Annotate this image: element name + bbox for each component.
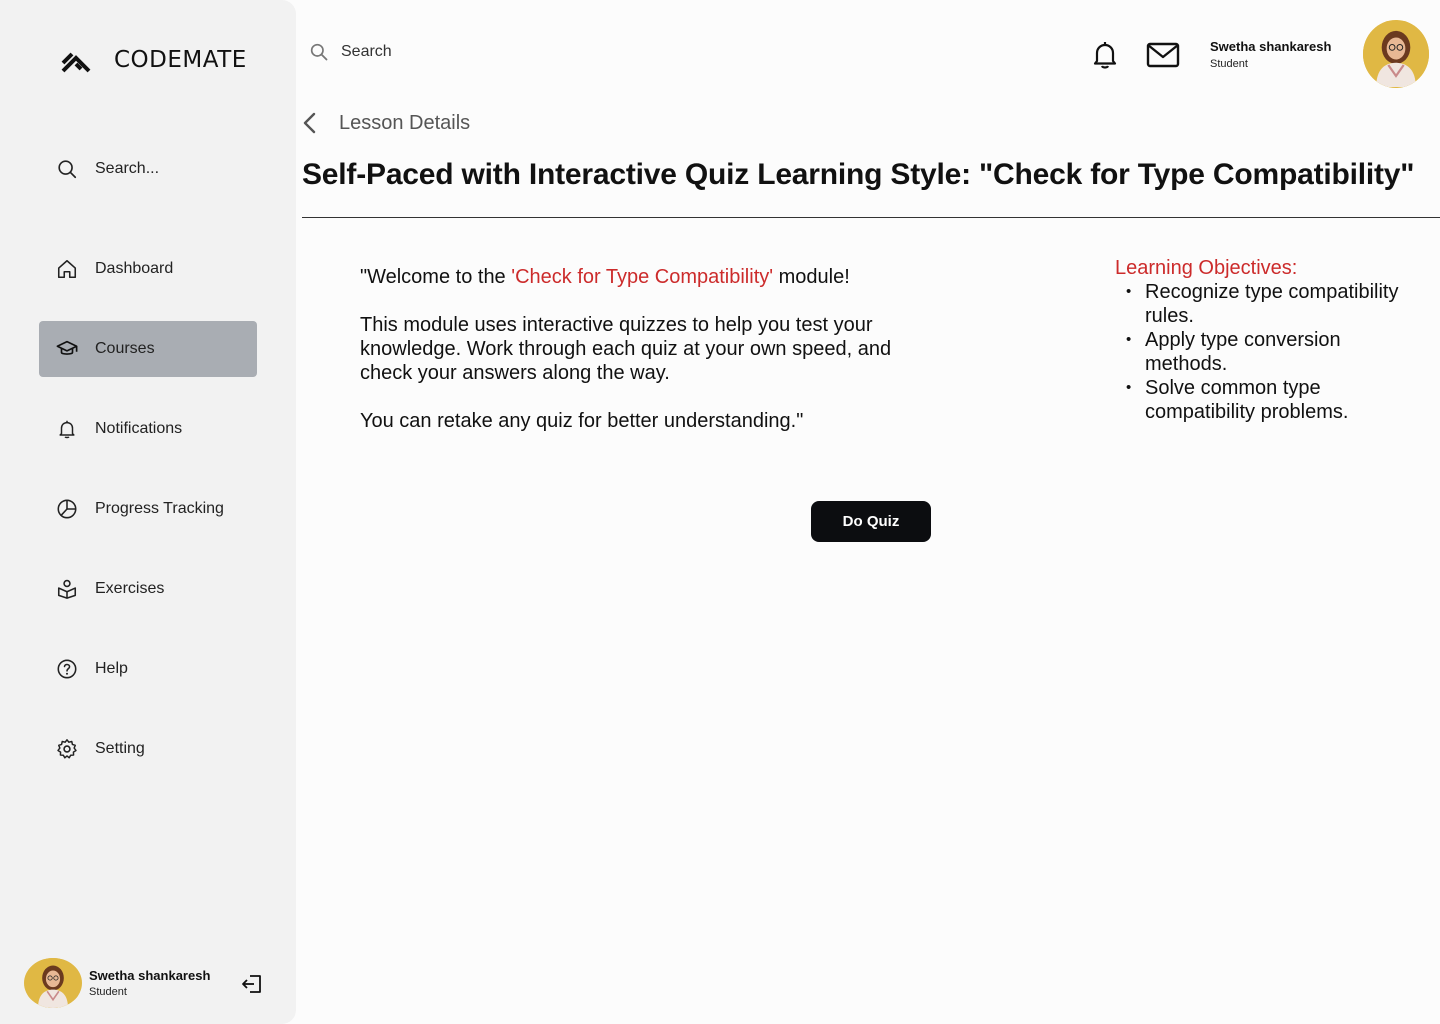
notifications-bell-icon[interactable] [1091, 40, 1119, 70]
sidebar-item-label: Help [95, 660, 128, 677]
module-name-highlight: 'Check for Type Compatibility' [511, 266, 774, 288]
help-circle-icon [55, 657, 79, 681]
back-chevron-icon[interactable] [300, 110, 320, 136]
sidebar-item-label: Progress Tracking [95, 500, 224, 517]
header-user-role: Student [1210, 58, 1248, 70]
avatar[interactable] [24, 958, 82, 1008]
sidebar-item-label: Exercises [95, 580, 165, 597]
sidebar-item-label: Setting [95, 740, 145, 757]
exercises-icon [55, 577, 79, 601]
avatar-portrait-icon [1363, 21, 1429, 87]
do-quiz-button[interactable]: Do Quiz [811, 501, 931, 542]
objectives-title: Learning Objectives: [1115, 257, 1298, 279]
learning-objectives: Learning Objectives: Recognize type comp… [1115, 256, 1415, 424]
avatar-portrait-icon [28, 958, 78, 1008]
sidebar-item-notifications[interactable]: Notifications [39, 401, 257, 457]
lesson-intro: "Welcome to the 'Check for Type Compatib… [360, 265, 940, 457]
objective-item: Recognize type compatibility rules. [1115, 280, 1415, 328]
sidebar-item-label: Notifications [95, 420, 183, 437]
user-name: Swetha shankaresh [89, 968, 211, 983]
codemate-logo-icon [61, 52, 91, 73]
page-title: Self-Paced with Interactive Quiz Learnin… [302, 158, 1415, 191]
sidebar-search[interactable]: Search... [39, 141, 257, 197]
brand[interactable]: CODEMATE [60, 44, 247, 76]
brand-name: CODEMATE [114, 47, 247, 73]
header-avatar[interactable] [1363, 20, 1429, 88]
sidebar-item-setting[interactable]: Setting [39, 721, 257, 777]
sidebar-user: Swetha shankaresh Student [24, 958, 272, 1008]
breadcrumb: Lesson Details [300, 110, 470, 136]
logout-icon[interactable] [240, 972, 264, 996]
top-search-input[interactable] [341, 43, 541, 61]
sidebar-item-progress-tracking[interactable]: Progress Tracking [39, 481, 257, 537]
sidebar-item-dashboard[interactable]: Dashboard [39, 241, 257, 297]
sidebar-search-placeholder: Search... [95, 160, 160, 177]
sidebar-item-label: Dashboard [95, 260, 174, 277]
sidebar: CODEMATE Search... Dashboard Courses Not… [0, 0, 296, 1024]
intro-text: module! [773, 266, 850, 288]
search-icon [310, 43, 328, 61]
search-icon [55, 157, 79, 181]
gear-icon [55, 737, 79, 761]
sidebar-item-exercises[interactable]: Exercises [39, 561, 257, 617]
intro-text: "Welcome to the [360, 266, 512, 288]
sidebar-item-courses[interactable]: Courses [39, 321, 257, 377]
user-role: Student [89, 986, 127, 998]
breadcrumb-label: Lesson Details [339, 111, 471, 134]
objectives-list: Recognize type compatibility rules. Appl… [1115, 280, 1415, 424]
home-icon [55, 257, 79, 281]
mail-icon[interactable] [1146, 42, 1180, 68]
sidebar-item-help[interactable]: Help [39, 641, 257, 697]
graduation-cap-icon [55, 337, 79, 361]
objective-item: Solve common type compatibility problems… [1115, 376, 1415, 424]
intro-paragraph-3: You can retake any quiz for better under… [360, 410, 804, 432]
intro-paragraph: "Welcome to the 'Check for Type Compatib… [360, 265, 940, 289]
pie-chart-icon [55, 497, 79, 521]
sidebar-item-label: Courses [95, 340, 155, 357]
title-divider [302, 217, 1440, 218]
header-user: Swetha shankaresh Student [1210, 39, 1331, 70]
top-search[interactable] [309, 42, 541, 62]
header-user-name: Swetha shankaresh [1210, 39, 1332, 54]
intro-paragraph-2: This module uses interactive quizzes to … [360, 314, 892, 384]
objective-item: Apply type conversion methods. [1115, 328, 1415, 376]
bell-icon [55, 417, 79, 441]
